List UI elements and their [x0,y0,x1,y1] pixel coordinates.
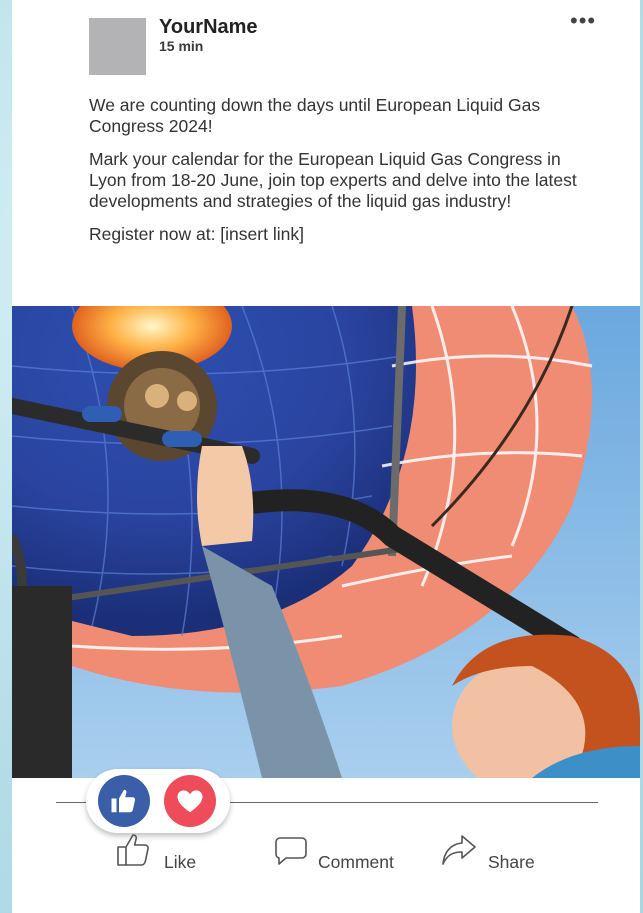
comment-bubble-icon [274,835,308,872]
share-arrow-icon [440,833,478,872]
post-image[interactable] [12,306,640,778]
heart-reaction-icon[interactable] [164,775,216,827]
share-label: Share [488,852,535,872]
comment-label: Comment [318,852,394,872]
more-options-icon[interactable]: ••• [570,8,596,34]
post-paragraph: Mark your calendar for the European Liqu… [89,149,577,211]
like-label: Like [164,852,197,872]
like-button[interactable]: Like [116,832,196,872]
reaction-divider-right [230,802,598,803]
share-button[interactable]: Share [440,832,535,872]
reactions-summary[interactable] [86,769,230,833]
avatar[interactable] [89,18,146,75]
comment-button[interactable]: Comment [274,832,394,872]
post-timestamp: 15 min [159,38,204,54]
post-paragraph: Register now at: [insert link] [89,224,304,244]
thumbs-up-icon [116,831,154,872]
post-header: YourName 15 min ••• We are counting down… [12,0,640,300]
post-card: YourName 15 min ••• We are counting down… [12,0,640,913]
author-name[interactable]: YourName [159,16,258,39]
post-body: We are counting down the days until Euro… [89,95,584,257]
post-paragraph: We are counting down the days until Euro… [89,95,541,136]
like-reaction-icon[interactable] [98,775,150,827]
